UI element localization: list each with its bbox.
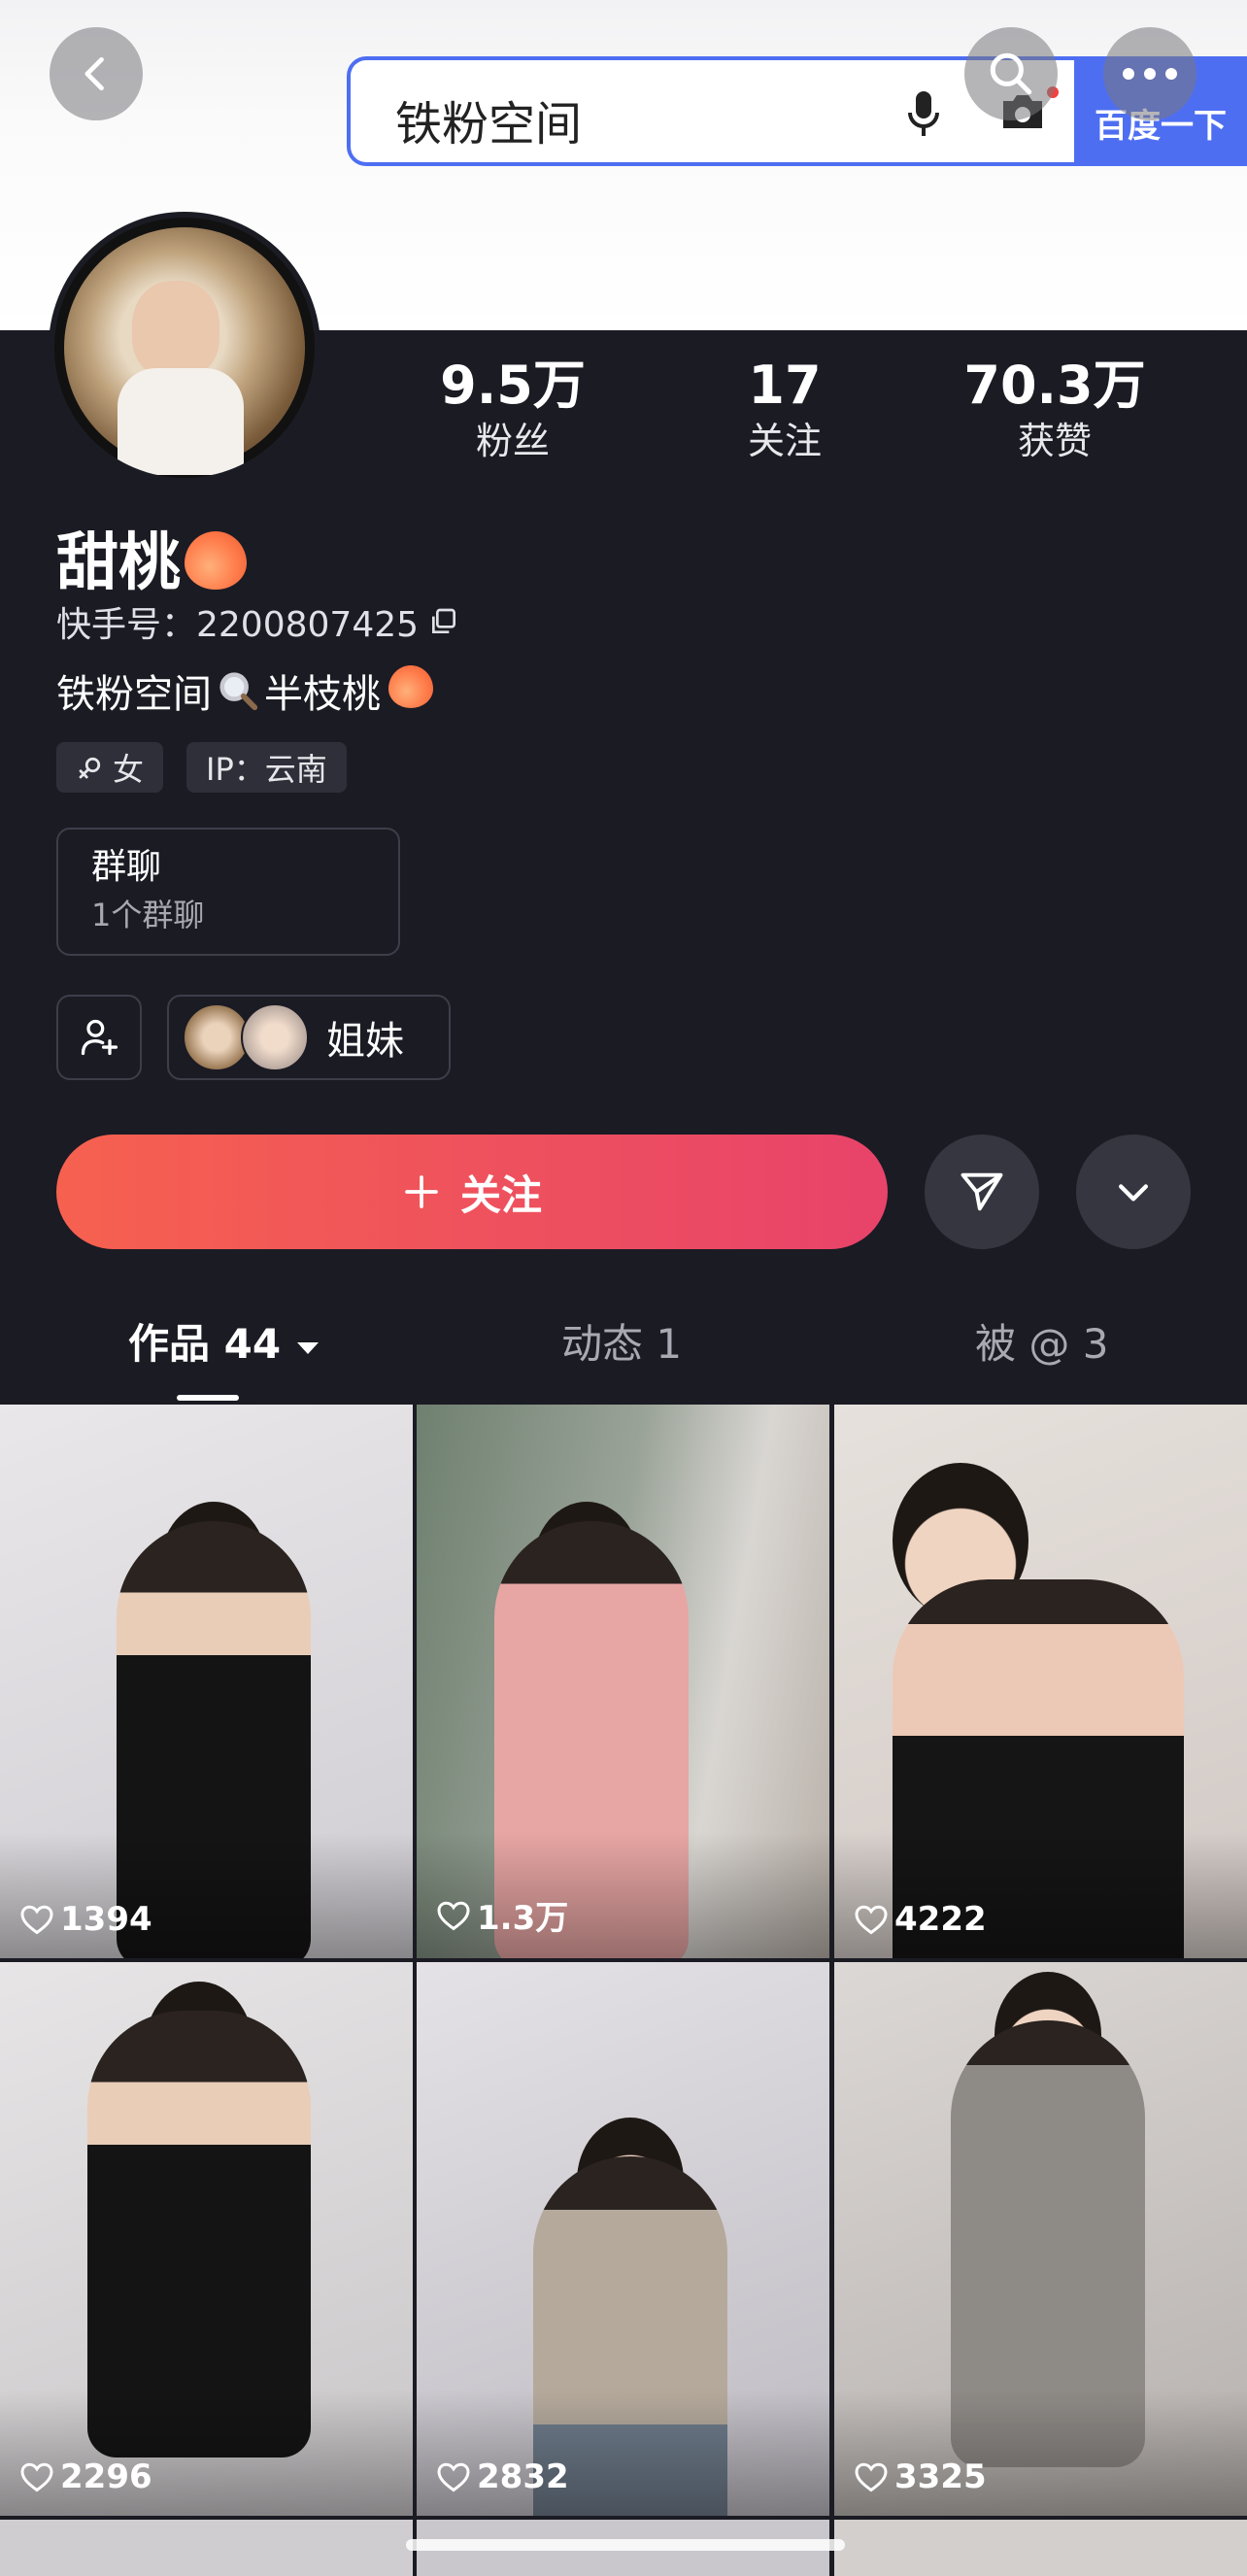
kuaishou-id: 快手号：2200807425 (56, 596, 459, 647)
stat-value: 70.3万 (963, 355, 1146, 416)
home-indicator[interactable] (406, 2539, 845, 2551)
bio-text-1: 铁粉空间 (56, 672, 212, 717)
like-count: 2296 (19, 2457, 152, 2496)
like-count: 4222 (854, 1900, 987, 1939)
stat-following[interactable]: 17 关注 (668, 353, 901, 463)
heart-icon (20, 2462, 53, 2492)
stat-label: 关注 (747, 420, 822, 462)
heart-icon (437, 1901, 470, 1930)
like-count-text: 1.3万 (477, 1899, 569, 1938)
video-tile[interactable] (0, 2520, 413, 2576)
profile-name: 甜桃 (56, 513, 247, 602)
video-tile[interactable]: 2832 (417, 1962, 829, 2516)
more-dots-icon (1123, 68, 1177, 80)
tab-moments[interactable]: 动态 1 (561, 1311, 682, 1371)
like-count: 1394 (19, 1900, 152, 1939)
avatar[interactable] (49, 212, 320, 484)
plus-icon (405, 1175, 438, 1208)
video-tile[interactable]: 3325 (834, 1962, 1247, 2516)
sisters-label: 姐妹 (326, 1019, 404, 1064)
heart-icon (437, 2462, 470, 2492)
video-tile[interactable]: 1.3万 (417, 1405, 829, 1958)
avatar-photo (64, 227, 305, 475)
stat-value: 9.5万 (440, 355, 586, 416)
video-tile[interactable]: 1394 (0, 1405, 413, 1958)
add-friend-button[interactable] (56, 995, 142, 1080)
more-options-button[interactable] (1076, 1135, 1191, 1249)
paper-plane-icon (961, 1172, 1003, 1211)
thumbnail-shade (0, 1832, 413, 1958)
gender-tag-label: 女 (113, 751, 145, 788)
group-chat-subtitle: 1个群聊 (91, 897, 205, 933)
microphone-icon[interactable] (904, 87, 943, 142)
stat-label: 获赞 (1017, 420, 1092, 462)
like-count-text: 3325 (894, 2457, 987, 2496)
tab-works-label: 作品 44 (128, 1320, 282, 1368)
avatar-body (118, 368, 244, 475)
caret-down-icon (296, 1342, 319, 1354)
more-button[interactable] (1103, 27, 1196, 120)
back-button[interactable] (50, 27, 143, 120)
video-tile[interactable] (834, 2520, 1247, 2576)
heart-icon (20, 1905, 53, 1935)
like-count: 2832 (436, 2457, 569, 2496)
like-count-text: 2832 (477, 2457, 569, 2496)
stat-likes: 70.3万 获赞 (938, 353, 1171, 463)
peach-emoji-icon (388, 665, 433, 708)
group-chat-title: 群聊 (91, 847, 162, 887)
add-user-icon (81, 1019, 118, 1056)
thumbnail-shade (417, 2390, 829, 2516)
search-button[interactable] (964, 27, 1058, 120)
thumbnail-shade (0, 2390, 413, 2516)
search-query-text: 铁粉空间 (395, 97, 583, 152)
stat-fans[interactable]: 9.5万 粉丝 (396, 353, 629, 463)
thumbnail-shade (834, 2390, 1247, 2516)
avatar-face (132, 281, 219, 378)
thumbnail-shade (834, 1832, 1247, 1958)
profile-name-text: 甜桃 (56, 527, 181, 599)
female-icon (79, 757, 101, 779)
magnifier-emoji-icon (219, 672, 258, 711)
like-count-text: 4222 (894, 1900, 987, 1939)
profile-bio: 铁粉空间 半枝桃 (56, 662, 433, 719)
follow-button[interactable]: 关注 (56, 1135, 888, 1249)
active-tab-indicator (177, 1395, 239, 1401)
video-tile[interactable]: 4222 (834, 1405, 1247, 1958)
sisters-relation[interactable]: 姐妹 (167, 995, 451, 1080)
ip-tag: IP：云南 (186, 742, 347, 793)
chevron-left-icon (84, 56, 104, 91)
kuaishou-id-text: 快手号：2200807425 (56, 605, 420, 645)
like-count: 3325 (854, 2457, 987, 2496)
stat-value: 17 (748, 355, 822, 416)
copy-icon[interactable] (428, 606, 459, 637)
send-message-button[interactable] (925, 1135, 1039, 1249)
video-tile[interactable]: 2296 (0, 1962, 413, 2516)
follow-button-label: 关注 (459, 1170, 542, 1219)
chevron-down-icon (1118, 1184, 1149, 1202)
heart-icon (855, 1905, 888, 1935)
stat-label: 粉丝 (475, 420, 550, 462)
peach-emoji-icon (185, 531, 247, 591)
heart-icon (855, 2462, 888, 2492)
tab-works[interactable]: 作品 44 (128, 1311, 320, 1371)
like-count: 1.3万 (436, 1891, 568, 1939)
bio-text-2: 半枝桃 (264, 672, 381, 717)
ip-tag-label: IP：云南 (206, 751, 327, 788)
like-count-text: 1394 (60, 1900, 152, 1939)
group-chat-card[interactable]: 群聊 1个群聊 (56, 828, 400, 956)
sister-avatar (241, 1003, 309, 1071)
profile-tags: 女 IP：云南 (56, 742, 347, 793)
tab-mentions[interactable]: 被 @ 3 (975, 1311, 1108, 1371)
content-tabs: 作品 44 动态 1 被 @ 3 (0, 1311, 1247, 1405)
like-count-text: 2296 (60, 2457, 152, 2496)
search-icon (990, 52, 1032, 95)
gender-tag: 女 (56, 742, 164, 793)
